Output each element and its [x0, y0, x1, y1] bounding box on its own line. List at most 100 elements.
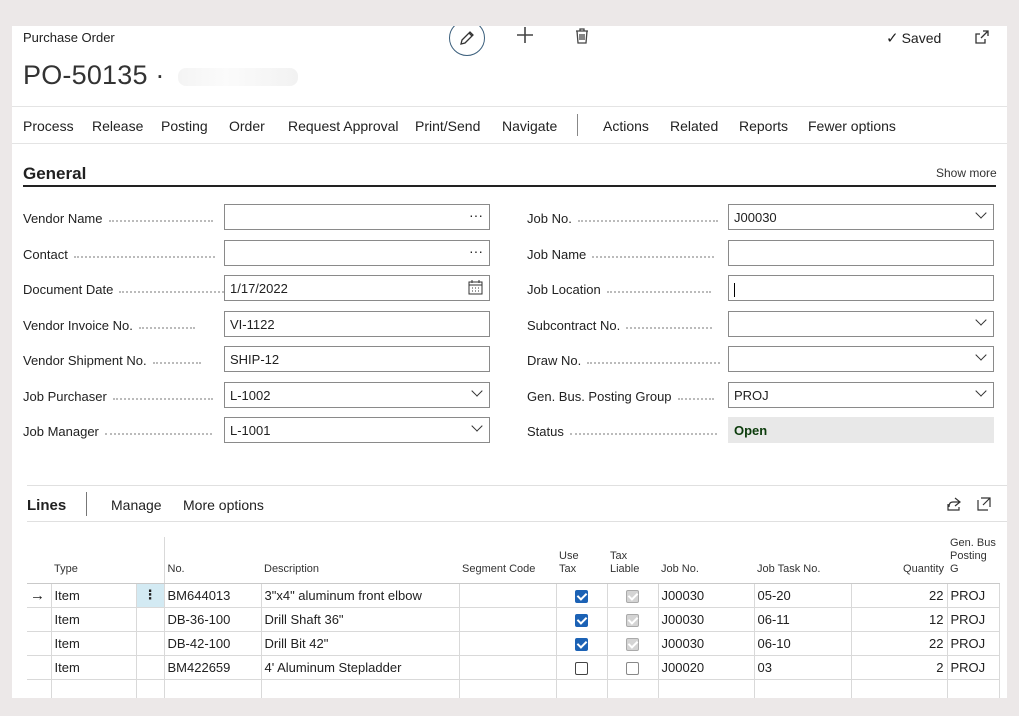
- col-use-tax[interactable]: Use Tax: [556, 537, 607, 584]
- open-new-window-button[interactable]: [974, 29, 990, 48]
- row-segment-code[interactable]: [459, 631, 557, 656]
- menu-posting[interactable]: Posting: [161, 118, 208, 134]
- use-tax-checkbox[interactable]: [575, 661, 588, 675]
- row-no[interactable]: DB-36-100: [164, 607, 262, 632]
- menu-fewer-options[interactable]: Fewer options: [808, 118, 896, 134]
- vendor-name-field[interactable]: ···: [224, 204, 490, 230]
- col-segment-code[interactable]: Segment Code: [459, 537, 556, 584]
- row-quantity[interactable]: 2: [851, 655, 948, 680]
- col-quantity[interactable]: Quantity: [851, 537, 947, 584]
- menu-actions[interactable]: Actions: [603, 118, 649, 134]
- col-tax-liable[interactable]: Tax Liable: [607, 537, 658, 584]
- col-no[interactable]: No.: [164, 537, 261, 584]
- job-manager-dropdown[interactable]: L-1001: [224, 417, 490, 443]
- row-segment-code[interactable]: [459, 583, 557, 608]
- row-gen-bus[interactable]: PROJ: [947, 607, 1000, 632]
- share-button[interactable]: [946, 496, 962, 515]
- empty-cell[interactable]: [947, 679, 1000, 698]
- table-row[interactable]: Item DB-42-100 Drill Bit 42" J00030 06-1…: [27, 631, 1000, 656]
- draw-no-dropdown[interactable]: [728, 346, 994, 372]
- row-description[interactable]: 4' Aluminum Stepladder: [261, 655, 460, 680]
- vendor-invoice-no-field[interactable]: VI-1122: [224, 311, 490, 337]
- row-quantity[interactable]: 22: [851, 631, 948, 656]
- row-type[interactable]: Item: [51, 631, 137, 656]
- empty-cell[interactable]: [658, 679, 755, 698]
- col-job-task-no[interactable]: Job Task No.: [754, 537, 851, 584]
- row-use-tax[interactable]: [556, 631, 608, 656]
- col-job-no[interactable]: Job No.: [658, 537, 754, 584]
- row-job-task-no[interactable]: 05-20: [754, 583, 852, 608]
- row-job-no[interactable]: J00030: [658, 583, 755, 608]
- lines-heading[interactable]: Lines: [27, 497, 66, 514]
- delete-button[interactable]: [574, 27, 590, 48]
- row-description[interactable]: Drill Shaft 36": [261, 607, 460, 632]
- row-job-task-no[interactable]: 06-11: [754, 607, 852, 632]
- row-job-no[interactable]: J00030: [658, 607, 755, 632]
- row-type[interactable]: Item: [51, 607, 137, 632]
- more-options-menu[interactable]: More options: [183, 497, 264, 513]
- row-use-tax[interactable]: [556, 607, 608, 632]
- contact-field[interactable]: ···: [224, 240, 490, 266]
- row-quantity[interactable]: 22: [851, 583, 948, 608]
- menu-request-approval[interactable]: Request Approval: [288, 118, 399, 134]
- subcontract-no-dropdown[interactable]: [728, 311, 994, 337]
- row-job-no[interactable]: J00020: [658, 655, 755, 680]
- job-no-dropdown[interactable]: J00030: [728, 204, 994, 230]
- col-description[interactable]: Description: [261, 537, 459, 584]
- menu-print-send[interactable]: Print/Send: [415, 118, 480, 134]
- menu-navigate[interactable]: Navigate: [502, 118, 557, 134]
- row-job-task-no[interactable]: 03: [754, 655, 852, 680]
- job-name-field[interactable]: [728, 240, 994, 266]
- manage-menu[interactable]: Manage: [111, 497, 162, 513]
- table-row[interactable]: → Item ⋮ BM644013 3"x4" aluminum front e…: [27, 583, 1000, 608]
- empty-cell[interactable]: [754, 679, 852, 698]
- row-type[interactable]: Item: [51, 583, 137, 608]
- job-purchaser-dropdown[interactable]: L-1002: [224, 382, 490, 408]
- row-job-task-no[interactable]: 06-10: [754, 631, 852, 656]
- empty-cell[interactable]: [51, 679, 137, 698]
- empty-cell[interactable]: [556, 679, 608, 698]
- menu-process[interactable]: Process: [23, 118, 74, 134]
- empty-cell[interactable]: [459, 679, 557, 698]
- table-row[interactable]: Item DB-36-100 Drill Shaft 36" J00030 06…: [27, 607, 1000, 632]
- row-no[interactable]: BM644013: [164, 583, 262, 608]
- row-segment-code[interactable]: [459, 607, 557, 632]
- ellipsis-icon[interactable]: ···: [469, 207, 483, 223]
- row-description[interactable]: Drill Bit 42": [261, 631, 460, 656]
- row-use-tax[interactable]: [556, 583, 608, 608]
- use-tax-checkbox[interactable]: [575, 637, 588, 651]
- row-gen-bus[interactable]: PROJ: [947, 655, 1000, 680]
- row-use-tax[interactable]: [556, 655, 608, 680]
- show-more-link[interactable]: Show more: [936, 166, 997, 180]
- row-segment-code[interactable]: [459, 655, 557, 680]
- empty-cell[interactable]: [261, 679, 460, 698]
- menu-order[interactable]: Order: [229, 118, 265, 134]
- ellipsis-icon[interactable]: ···: [469, 243, 483, 259]
- use-tax-checkbox[interactable]: [575, 589, 588, 603]
- menu-release[interactable]: Release: [92, 118, 143, 134]
- empty-cell[interactable]: [851, 679, 948, 698]
- vendor-shipment-no-field[interactable]: SHIP-12: [224, 346, 490, 372]
- expand-lines-button[interactable]: [976, 496, 992, 515]
- job-location-field[interactable]: [728, 275, 994, 301]
- new-button[interactable]: [515, 26, 535, 49]
- row-description[interactable]: 3"x4" aluminum front elbow: [261, 583, 460, 608]
- row-type[interactable]: Item: [51, 655, 137, 680]
- menu-related[interactable]: Related: [670, 118, 718, 134]
- row-menu-button[interactable]: ⋮: [136, 583, 165, 608]
- col-type[interactable]: Type: [51, 537, 136, 584]
- row-gen-bus[interactable]: PROJ: [947, 631, 1000, 656]
- row-job-no[interactable]: J00030: [658, 631, 755, 656]
- row-no[interactable]: BM422659: [164, 655, 262, 680]
- row-quantity[interactable]: 12: [851, 607, 948, 632]
- col-gen-bus[interactable]: Gen. Bus Posting G: [947, 537, 999, 584]
- table-row[interactable]: Item BM422659 4' Aluminum Stepladder J00…: [27, 655, 1000, 680]
- menu-reports[interactable]: Reports: [739, 118, 788, 134]
- document-date-field[interactable]: 1/17/2022: [224, 275, 490, 301]
- edit-button[interactable]: [449, 26, 485, 56]
- calendar-icon[interactable]: [468, 280, 483, 298]
- empty-cell[interactable]: [164, 679, 262, 698]
- use-tax-checkbox[interactable]: [575, 613, 588, 627]
- general-heading[interactable]: General: [23, 164, 86, 184]
- row-gen-bus[interactable]: PROJ: [947, 583, 1000, 608]
